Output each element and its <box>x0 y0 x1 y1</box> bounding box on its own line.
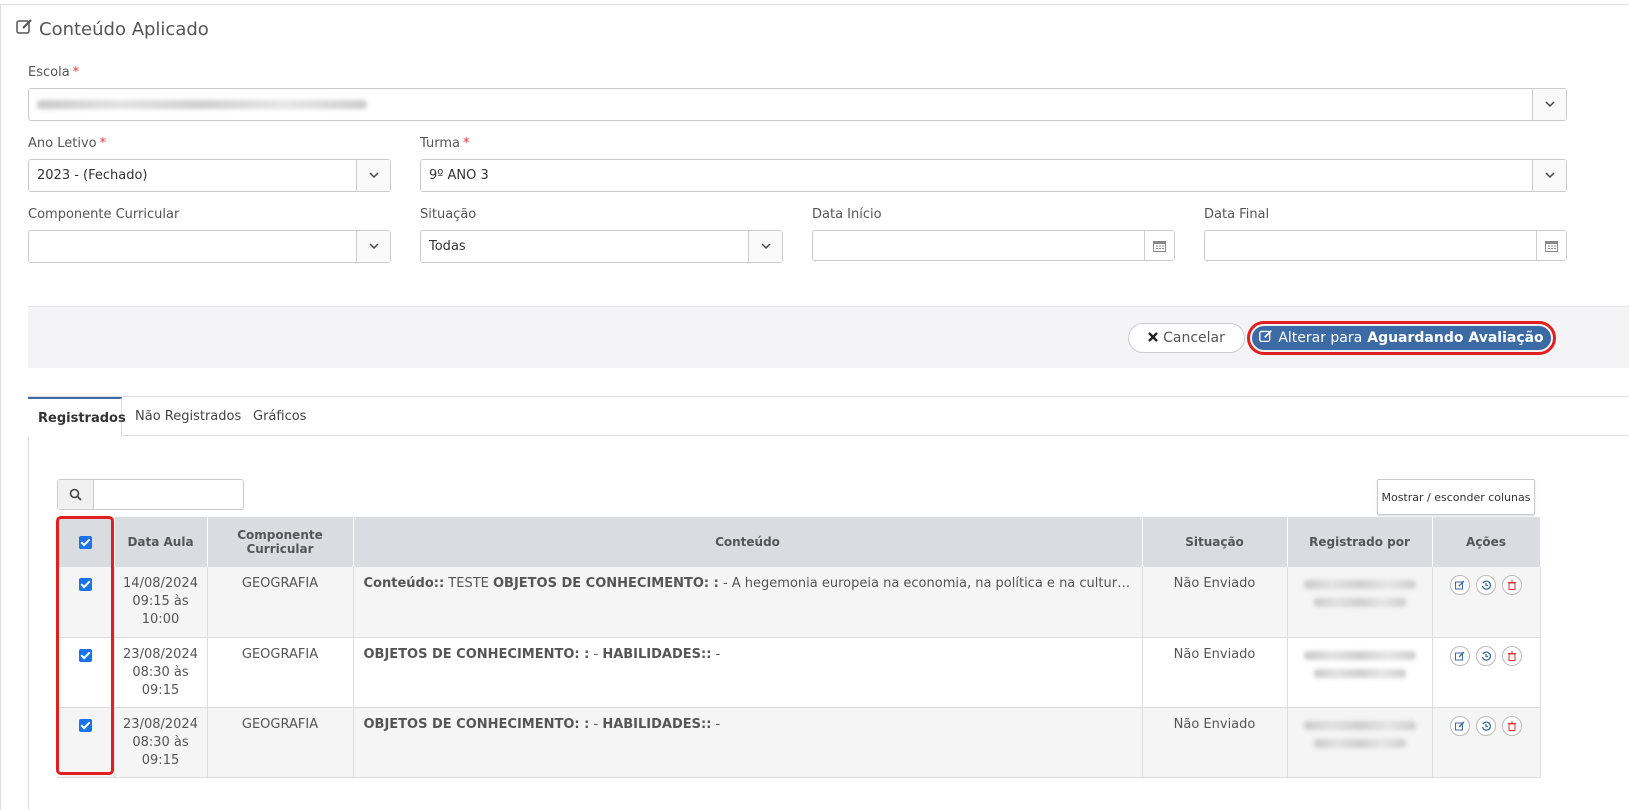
conteudo-cell: Conteúdo:: TESTE OBJETOS DE CONHECIMENTO… <box>353 567 1143 638</box>
ano-letivo-value: 2023 - (Fechado) <box>37 168 148 183</box>
data-inicio-input[interactable] <box>812 230 1175 261</box>
calendar-icon[interactable] <box>1144 231 1174 260</box>
situacao-label: Situação <box>420 207 477 222</box>
date-cell: 23/08/2024 08:30 às 09:15 <box>114 707 208 778</box>
header-situacao[interactable]: Situação <box>1142 517 1288 567</box>
tab-registrados[interactable]: Registrados <box>28 397 126 437</box>
history-icon[interactable] <box>1476 715 1496 736</box>
change-status-target: Aguardando Avaliação <box>1367 330 1544 346</box>
cancel-button[interactable]: Cancelar <box>1128 323 1245 353</box>
row-select-cell <box>57 567 115 638</box>
header-componente[interactable]: Componente Curricular <box>207 517 354 567</box>
componente-label: Componente Curricular <box>28 207 180 222</box>
header-registrado-por[interactable]: Registrado por <box>1287 517 1433 567</box>
page-title-text: Conteúdo Aplicado <box>39 18 209 40</box>
registrado-por-cell <box>1287 637 1433 708</box>
registrado-por-cell <box>1287 567 1433 638</box>
row-select-cell <box>57 637 115 708</box>
table-search <box>57 479 244 510</box>
tab-graficos[interactable]: Gráficos <box>243 397 316 436</box>
search-icon <box>58 480 94 509</box>
select-all-checkbox[interactable] <box>78 535 92 549</box>
close-icon <box>1148 330 1158 346</box>
data-final-input[interactable] <box>1204 230 1567 261</box>
actions-cell <box>1432 567 1541 638</box>
row-select-cell <box>57 707 115 778</box>
edit-icon[interactable] <box>1449 715 1470 736</box>
date-cell: 14/08/2024 09:15 às 10:00 <box>114 567 208 638</box>
componente-select[interactable] <box>28 230 391 263</box>
edit-icon[interactable] <box>1449 645 1470 666</box>
ano-letivo-label: Ano Letivo * <box>28 136 107 151</box>
edit-square-icon <box>16 18 33 40</box>
chevron-down-icon <box>1532 89 1566 120</box>
data-inicio-label: Data Início <box>812 207 882 222</box>
componente-cell: GEOGRAFIA <box>207 637 354 708</box>
componente-cell: GEOGRAFIA <box>207 567 354 638</box>
table-row: 23/08/2024 08:30 às 09:15 GEOGRAFIA OBJETO… <box>57 707 1541 778</box>
change-status-button[interactable]: Alterar para Aguardando Avaliação <box>1252 326 1551 350</box>
calendar-icon[interactable] <box>1536 231 1566 260</box>
cancel-button-label: Cancelar <box>1163 330 1225 346</box>
history-icon[interactable] <box>1476 575 1496 595</box>
header-conteudo[interactable]: Conteúdo <box>353 517 1143 567</box>
situacao-cell: Não Enviado <box>1142 567 1288 638</box>
escola-value-redacted <box>37 100 367 109</box>
chevron-down-icon <box>356 160 390 191</box>
columns-toggle-button[interactable]: Mostrar / esconder colunas <box>1377 479 1535 515</box>
chevron-down-icon <box>356 231 390 262</box>
conteudo-cell: OBJETOS DE CONHECIMENTO: : - HABILIDADES… <box>353 637 1143 708</box>
header-acoes: Ações <box>1432 517 1541 567</box>
table-row: 14/08/2024 09:15 às 10:00 GEOGRAFIA Conteú… <box>57 567 1541 638</box>
edit-square-icon <box>1259 329 1273 347</box>
ano-letivo-select[interactable]: 2023 - (Fechado) <box>28 159 391 192</box>
trash-icon[interactable] <box>1502 715 1523 736</box>
page-title: Conteúdo Aplicado <box>16 18 209 40</box>
table-header-row: Data Aula Componente Curricular Conteúdo… <box>57 517 1541 567</box>
escola-select[interactable] <box>28 88 1567 121</box>
data-final-label: Data Final <box>1204 207 1270 222</box>
row-checkbox[interactable] <box>78 578 92 591</box>
actions-cell <box>1432 637 1541 708</box>
history-icon[interactable] <box>1476 645 1496 666</box>
content-table: Data Aula Componente Curricular Conteúdo… <box>57 517 1541 778</box>
situacao-cell: Não Enviado <box>1142 707 1288 778</box>
header-data-aula[interactable]: Data Aula <box>114 517 208 567</box>
tab-nao-registrados[interactable]: Não Registrados <box>125 397 251 436</box>
table-row: 23/08/2024 08:30 às 09:15 GEOGRAFIA OBJETO… <box>57 637 1541 708</box>
row-checkbox[interactable] <box>78 718 92 732</box>
chevron-down-icon <box>1532 160 1566 191</box>
turma-select[interactable]: 9º ANO 3 <box>420 159 1567 192</box>
select-all-cell <box>57 517 115 567</box>
change-status-prefix: Alterar para <box>1278 330 1363 346</box>
chevron-down-icon <box>748 231 782 262</box>
search-input[interactable] <box>94 480 243 509</box>
edit-icon[interactable] <box>1449 575 1470 595</box>
situacao-cell: Não Enviado <box>1142 637 1288 708</box>
registrado-por-cell <box>1287 707 1433 778</box>
situacao-select[interactable]: Todas <box>420 230 783 263</box>
actions-cell <box>1432 707 1541 778</box>
conteudo-cell: OBJETOS DE CONHECIMENTO: : - HABILIDADES… <box>353 707 1143 778</box>
trash-icon[interactable] <box>1502 575 1523 595</box>
escola-label: Escola * <box>28 65 80 80</box>
highlight-frame-primary: Alterar para Aguardando Avaliação <box>1247 321 1556 355</box>
componente-cell: GEOGRAFIA <box>207 707 354 778</box>
trash-icon[interactable] <box>1502 645 1523 666</box>
situacao-value: Todas <box>429 239 466 254</box>
turma-label: Turma * <box>420 136 470 151</box>
row-checkbox[interactable] <box>78 648 92 662</box>
turma-value: 9º ANO 3 <box>429 168 489 183</box>
date-cell: 23/08/2024 08:30 às 09:15 <box>114 637 208 708</box>
